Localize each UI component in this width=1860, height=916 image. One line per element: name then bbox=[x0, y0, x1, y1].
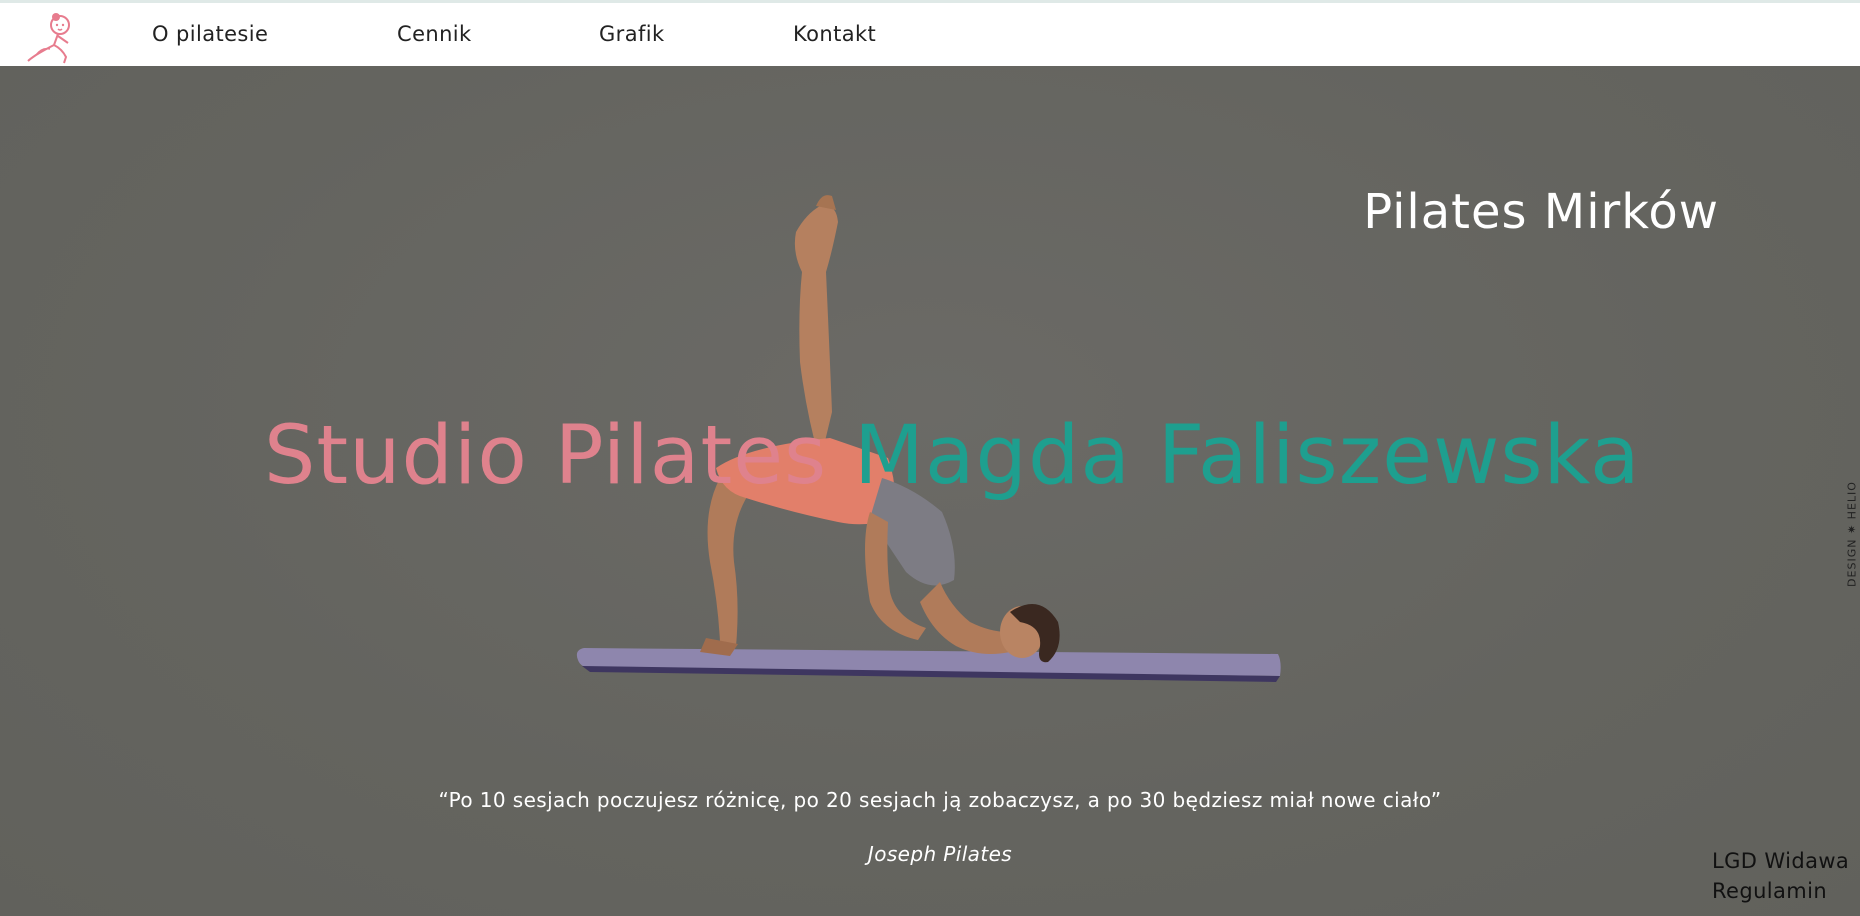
footer-link-lgd-widawa[interactable]: LGD Widawa bbox=[1712, 846, 1849, 876]
quote-author: Joseph Pilates bbox=[867, 842, 1013, 866]
location-title: Pilates Mirków bbox=[1363, 184, 1719, 240]
design-credit[interactable]: DESIGN ✷ HELIO bbox=[1842, 480, 1860, 588]
nav-link-o-pilatesie[interactable]: O pilatesie bbox=[152, 22, 268, 46]
nav-link-kontakt[interactable]: Kontakt bbox=[793, 22, 876, 46]
hero-section: Studio Pilates Magda Faliszewska Pilates… bbox=[0, 66, 1860, 916]
studio-title-teal-part: Magda Faliszewska bbox=[854, 409, 1641, 503]
studio-title-pink-part: Studio Pilates bbox=[264, 409, 854, 503]
studio-title: Studio Pilates Magda Faliszewska bbox=[264, 409, 1641, 503]
top-navigation-bar: O pilatesie Cennik Grafik Kontakt bbox=[0, 0, 1860, 66]
nav-link-grafik[interactable]: Grafik bbox=[599, 22, 665, 46]
footer-links: LGD Widawa Regulamin bbox=[1712, 846, 1849, 906]
hero-quote: “Po 10 sesjach poczujesz różnicę, po 20 … bbox=[438, 788, 1442, 812]
footer-link-regulamin[interactable]: Regulamin bbox=[1712, 876, 1849, 906]
design-credit-text: DESIGN ✷ HELIO bbox=[1845, 481, 1859, 587]
home-logo-link[interactable] bbox=[24, 9, 82, 65]
pilates-girl-logo-icon bbox=[27, 13, 70, 64]
nav-link-cennik[interactable]: Cennik bbox=[397, 22, 472, 46]
